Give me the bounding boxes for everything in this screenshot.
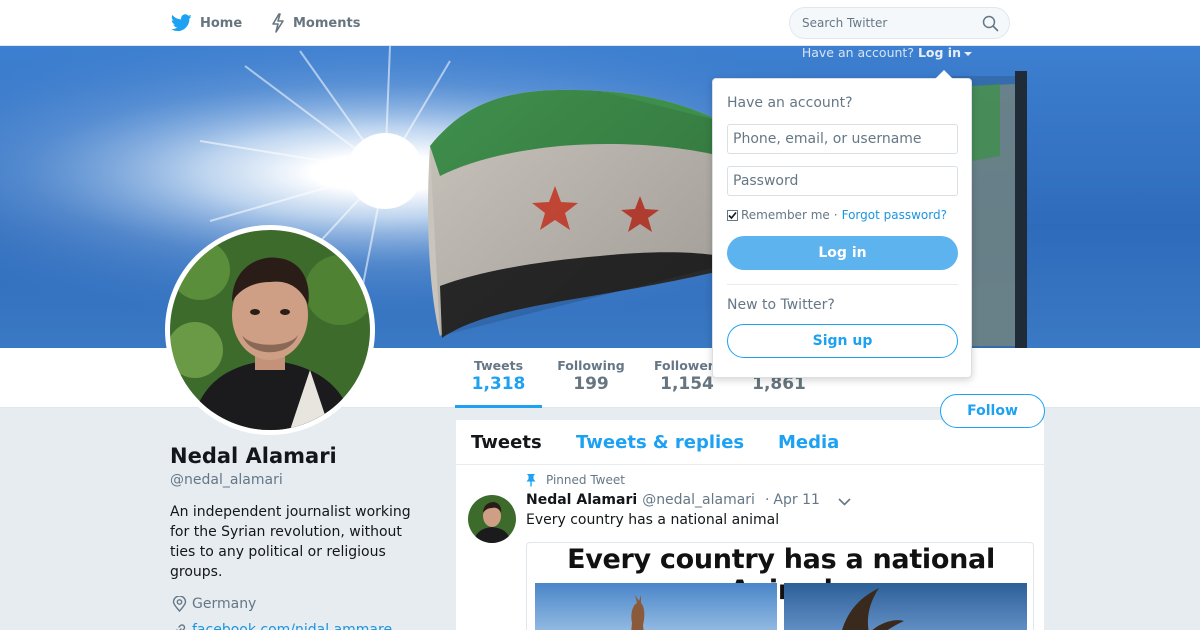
stat-tweets-label: Tweets [473, 358, 524, 373]
log-in-button[interactable]: Log in [727, 236, 958, 270]
login-prompt: Have an account? Log in [802, 45, 972, 60]
profile-handle[interactable]: @nedal_alamari [170, 472, 283, 488]
tab-tweets-and-replies[interactable]: Tweets & replies [576, 432, 744, 453]
tab-media[interactable]: Media [778, 432, 839, 453]
tweet-avatar[interactable] [468, 495, 516, 543]
tweet-separator: · [764, 492, 770, 508]
forgot-password-link[interactable]: Forgot password? [842, 208, 947, 222]
login-prompt-text: Have an account? [801, 45, 914, 60]
profile-location-text: Germany [192, 596, 257, 612]
tweet-author-name[interactable]: Nedal Alamari [526, 492, 637, 508]
tweet-text: Every country has a national animal [526, 512, 780, 528]
profile-website-text: facebook.com/nidal.ammare [192, 622, 393, 630]
follow-button[interactable]: Follow [940, 394, 1045, 428]
profile-bio: An independent journalist working for th… [170, 504, 411, 580]
remember-me-row: Remember me · Forgot password? [727, 208, 947, 222]
username-input[interactable] [727, 124, 958, 154]
tweet-author-handle[interactable]: @nedal_alamari [642, 492, 755, 508]
link-icon [175, 623, 186, 630]
twitter-bird-icon [171, 14, 192, 32]
search-input[interactable] [802, 14, 972, 32]
stat-tweets-value: 1,318 [471, 374, 526, 394]
profile-location: Germany [172, 596, 256, 612]
dropdown-divider [727, 284, 958, 285]
stat-following-value: 199 [573, 374, 609, 394]
tweet-timestamp[interactable]: Apr 11 [773, 492, 819, 508]
stat-followers-value: 1,154 [660, 374, 714, 394]
pin-icon [526, 474, 536, 487]
nav-home[interactable]: Home [171, 12, 242, 34]
remember-separator: · [833, 208, 838, 222]
lightning-icon [272, 13, 284, 33]
profile-website-link[interactable]: facebook.com/nidal.ammare [172, 622, 392, 630]
nav-moments[interactable]: Moments [271, 12, 360, 34]
profile-name: Nedal Alamari [170, 444, 337, 468]
chevron-down-icon[interactable] [838, 498, 851, 506]
top-navigation-bar: Home Moments [0, 0, 1200, 46]
login-dropdown-title: Have an account? [727, 95, 853, 111]
search-icon[interactable] [982, 15, 999, 32]
tweet-media-image[interactable]: Every country has a national Animal [526, 542, 1034, 630]
stat-following-label: Following [557, 358, 625, 373]
stat-following[interactable]: Following 199 [556, 358, 626, 408]
tab-tweets[interactable]: Tweets [471, 432, 542, 453]
stat-followers[interactable]: Followers 1,154 [654, 358, 720, 408]
pinned-tweet-text: Pinned Tweet [546, 473, 625, 487]
password-input[interactable] [727, 166, 958, 196]
nav-moments-label: Moments [293, 15, 361, 31]
login-toggle[interactable]: Log in [918, 45, 972, 60]
eagle-image [784, 583, 1027, 630]
location-pin-icon [172, 596, 187, 612]
kangaroo-image [535, 583, 777, 630]
stat-followers-label: Followers [654, 358, 720, 373]
remember-me-checkbox[interactable] [727, 209, 738, 221]
stat-tweets[interactable]: Tweets 1,318 [455, 358, 542, 408]
nav-home-label: Home [200, 15, 243, 31]
login-toggle-label: Log in [917, 45, 961, 60]
pinned-tweet-label: Pinned Tweet [526, 473, 625, 487]
tweet-header: Nedal Alamari @nedal_alamari · Apr 11 [526, 492, 820, 508]
timeline: Tweets Tweets & replies Media Pinned Twe… [456, 420, 1044, 630]
new-to-twitter-label: New to Twitter? [727, 297, 835, 313]
sign-up-button[interactable]: Sign up [727, 324, 958, 358]
search-box [789, 7, 1010, 39]
caret-down-icon [964, 51, 972, 56]
profile-avatar[interactable] [165, 225, 375, 435]
remember-me-label[interactable]: Remember me [741, 208, 830, 222]
login-dropdown: Have an account? Remember me · Forgot pa… [712, 70, 972, 378]
